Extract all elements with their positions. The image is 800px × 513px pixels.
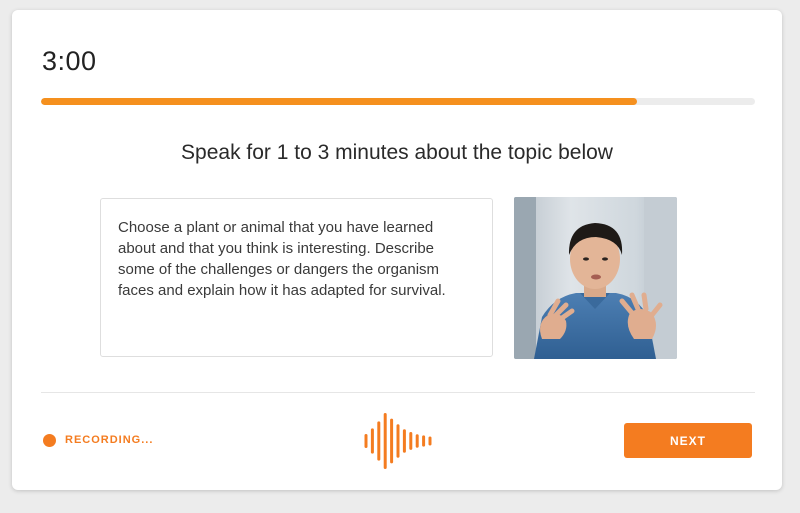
waveform-bar xyxy=(428,436,432,446)
waveform-bar xyxy=(377,421,381,461)
waveform-bar xyxy=(364,434,368,448)
next-button[interactable]: NEXT xyxy=(624,423,752,458)
speaking-test-card: 3:00 Speak for 1 to 3 minutes about the … xyxy=(12,10,782,490)
waveform-bar xyxy=(409,432,413,450)
waveform-bar xyxy=(402,429,406,453)
audio-waveform-icon xyxy=(364,413,432,469)
waveform-bar xyxy=(370,428,374,454)
prompt-title: Speak for 1 to 3 minutes about the topic… xyxy=(181,141,613,164)
waveform-bar xyxy=(396,424,400,458)
progress-bar-fill xyxy=(41,98,638,105)
divider xyxy=(41,392,755,393)
waveform-bar xyxy=(415,434,419,448)
progress-bar xyxy=(41,98,755,105)
waveform-bar xyxy=(383,413,387,469)
countdown-timer: 3:00 xyxy=(42,46,97,76)
speaker-video-thumbnail xyxy=(514,197,677,359)
topic-text: Choose a plant or animal that you have l… xyxy=(118,219,446,299)
waveform-bar xyxy=(422,435,426,447)
recording-status: RECORDING... xyxy=(65,434,154,446)
waveform-bar xyxy=(390,418,394,464)
speaker-illustration xyxy=(514,197,677,359)
record-dot-icon xyxy=(43,434,56,447)
topic-box: Choose a plant or animal that you have l… xyxy=(100,198,493,357)
